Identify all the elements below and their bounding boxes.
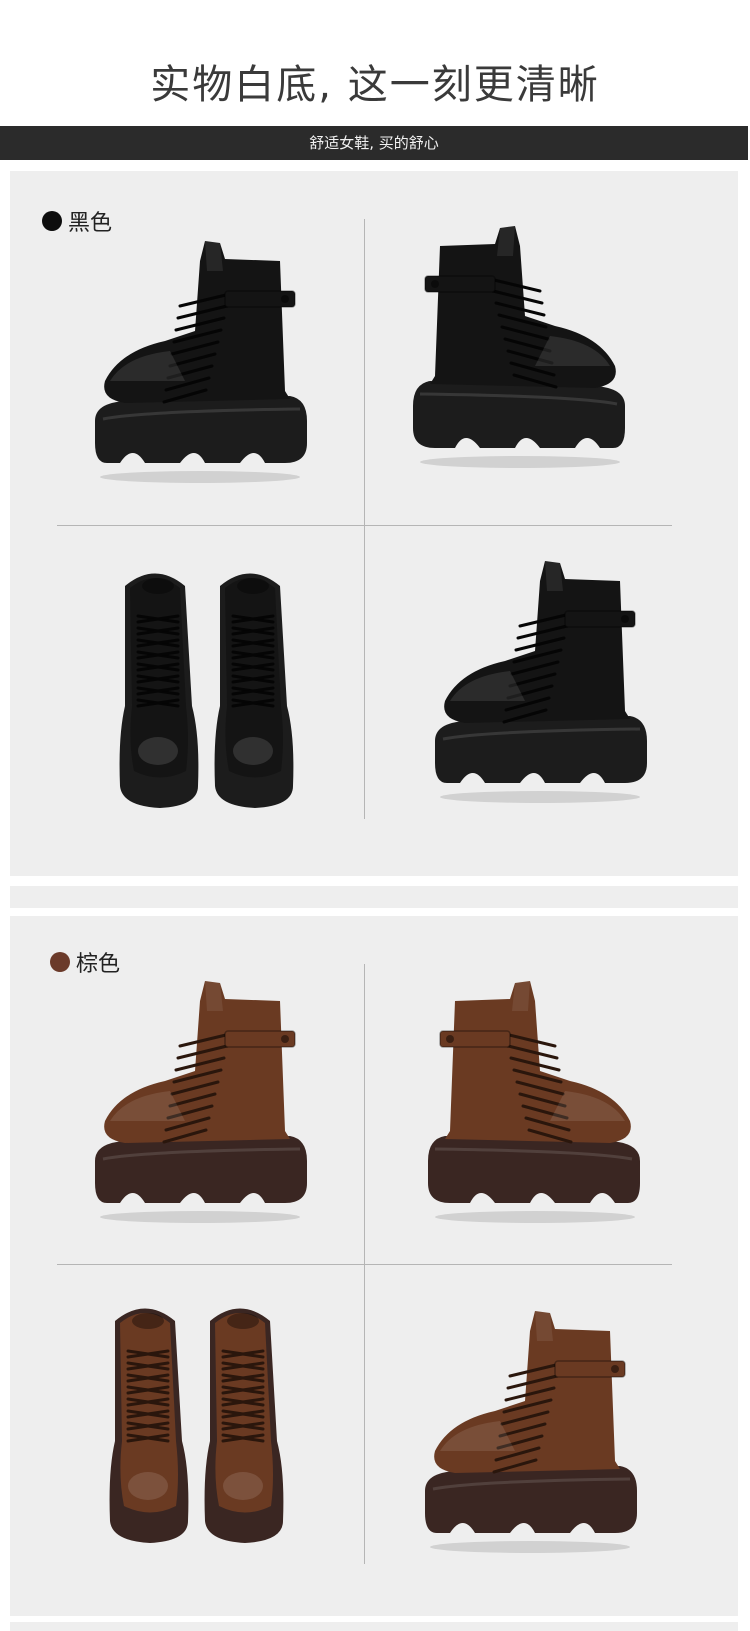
brown-color-section: 棕色 xyxy=(10,916,738,1616)
brown-swatch-icon xyxy=(50,952,70,972)
page-title: 实物白底, 这一刻更清晰 xyxy=(150,62,600,108)
brown-boot-zip-view xyxy=(420,971,650,1231)
next-section-edge xyxy=(10,1622,738,1631)
brown-boot-front-pair-view xyxy=(95,1291,295,1551)
black-boot-front-pair-view xyxy=(105,556,305,816)
black-boot-side-view xyxy=(85,231,315,491)
grid-divider-horizontal xyxy=(57,1264,672,1265)
black-boot-angle-view xyxy=(425,551,655,811)
brown-boot-angle-view xyxy=(415,1301,645,1561)
section-spacer xyxy=(10,886,738,908)
grid-divider-vertical xyxy=(364,219,365,819)
black-boot-zip-view xyxy=(405,216,635,476)
brown-boot-side-view xyxy=(85,971,315,1231)
grid-divider-horizontal xyxy=(57,525,672,526)
black-color-section: 黑色 xyxy=(10,171,738,876)
slogan-banner: 舒适女鞋, 买的舒心 xyxy=(0,126,748,160)
black-swatch-icon xyxy=(42,211,62,231)
